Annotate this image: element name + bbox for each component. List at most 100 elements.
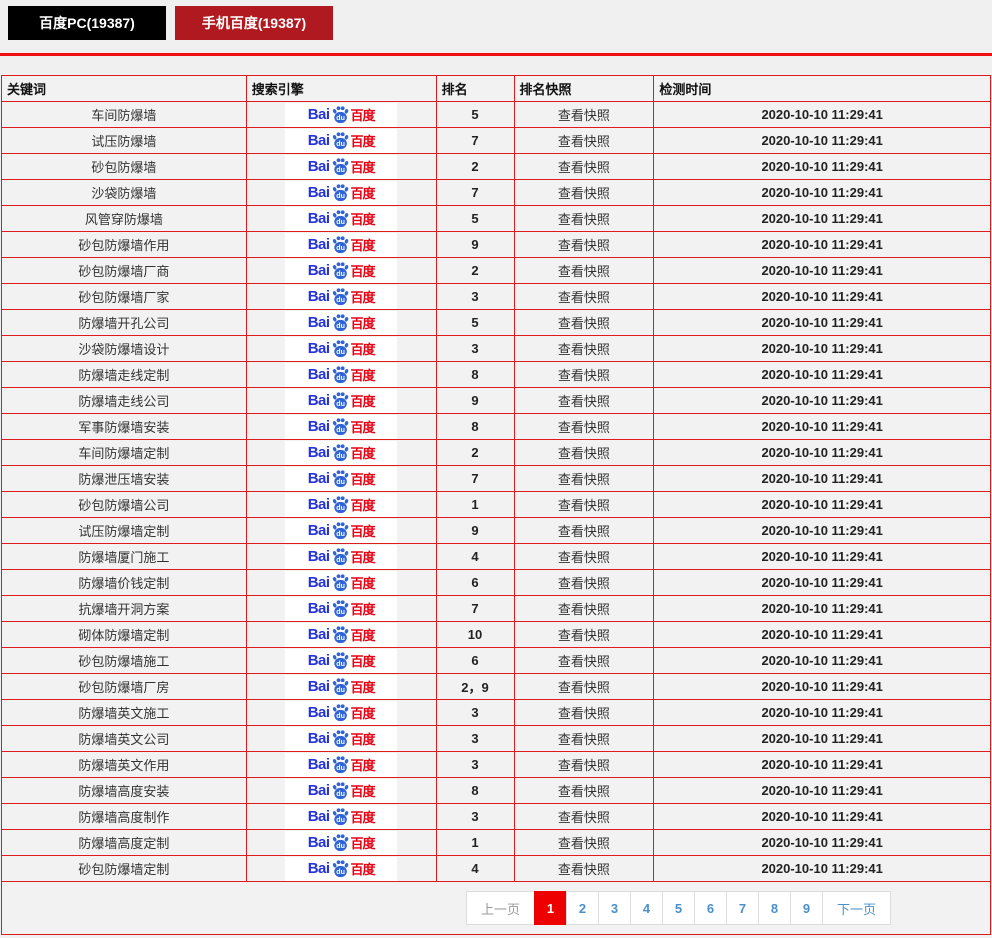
time-cell: 2020-10-10 11:29:41 [654,362,991,388]
prev-page-button[interactable]: 上一页 [466,891,535,925]
snapshot-link[interactable]: 查看快照 [558,290,610,305]
search-engine-cell: Bai du 百度 [246,388,436,414]
search-engine-cell: Bai du 百度 [246,856,436,882]
page-button-8[interactable]: 8 [758,891,791,925]
baidu-logo-bai-text: Bai [308,106,330,123]
snapshot-link[interactable]: 查看快照 [558,368,610,383]
rank-value: 3 [471,705,478,720]
snapshot-link[interactable]: 查看快照 [558,108,610,123]
page-button-6[interactable]: 6 [694,891,727,925]
snapshot-link[interactable]: 查看快照 [558,654,610,669]
keyword-cell: 防爆墙价钱定制 [2,570,247,596]
time-value: 2020-10-10 11:29:41 [761,133,882,148]
page-button-9[interactable]: 9 [790,891,823,925]
baidu-paw-icon: du [331,261,350,280]
snapshot-link[interactable]: 查看快照 [558,576,610,591]
baidu-logo-cn-text: 百度 [351,417,375,436]
snapshot-cell: 查看快照 [514,388,654,414]
snapshot-link[interactable]: 查看快照 [558,134,610,149]
snapshot-link[interactable]: 查看快照 [558,420,610,435]
page-button-5[interactable]: 5 [662,891,695,925]
search-engine-cell: Bai du 百度 [246,778,436,804]
baidu-paw-icon: du [331,157,350,176]
table-row: 防爆墙厦门施工 Bai du 百度 4 查看快照 2020 [2,544,991,570]
tab-mobile-baidu[interactable]: 手机百度(19387) [175,6,333,40]
snapshot-link[interactable]: 查看快照 [558,264,610,279]
time-cell: 2020-10-10 11:29:41 [654,804,991,830]
snapshot-link[interactable]: 查看快照 [558,524,610,539]
baidu-logo-bai-text: Bai [308,158,330,175]
snapshot-link[interactable]: 查看快照 [558,732,610,747]
baidu-logo-cn-text: 百度 [351,807,375,826]
keyword-cell: 抗爆墙开洞方案 [2,596,247,622]
snapshot-cell: 查看快照 [514,362,654,388]
keyword-cell: 防爆墙高度安装 [2,778,247,804]
baidu-logo-du-text: du [336,790,345,798]
rank-value: 6 [471,575,478,590]
baidu-paw-icon: du [331,391,350,410]
page-button-3[interactable]: 3 [598,891,631,925]
snapshot-link[interactable]: 查看快照 [558,550,610,565]
snapshot-link[interactable]: 查看快照 [558,628,610,643]
time-value: 2020-10-10 11:29:41 [761,367,882,382]
baidu-logo: Bai du 百度 [285,831,397,855]
baidu-logo-cn-text: 百度 [351,781,375,800]
search-engine-cell: Bai du 百度 [246,102,436,128]
time-value: 2020-10-10 11:29:41 [761,653,882,668]
baidu-paw-icon: du [331,599,350,618]
page-button-1[interactable]: 1 [534,891,567,925]
snapshot-link[interactable]: 查看快照 [558,186,610,201]
snapshot-link[interactable]: 查看快照 [558,784,610,799]
rank-value: 8 [471,367,478,382]
time-cell: 2020-10-10 11:29:41 [654,544,991,570]
snapshot-link[interactable]: 查看快照 [558,758,610,773]
snapshot-link[interactable]: 查看快照 [558,212,610,227]
keyword-cell: 防爆墙开孔公司 [2,310,247,336]
snapshot-link[interactable]: 查看快照 [558,706,610,721]
time-value: 2020-10-10 11:29:41 [761,185,882,200]
rank-cell: 7 [436,128,514,154]
rank-cell: 8 [436,362,514,388]
snapshot-cell: 查看快照 [514,284,654,310]
pagination: 上一页 123456789 下一页 [6,882,986,934]
snapshot-link[interactable]: 查看快照 [558,342,610,357]
snapshot-link[interactable]: 查看快照 [558,160,610,175]
keyword-text: 沙袋防爆墙 [91,186,156,201]
snapshot-link[interactable]: 查看快照 [558,836,610,851]
snapshot-cell: 查看快照 [514,102,654,128]
rank-value: 1 [471,497,478,512]
baidu-logo-cn-text: 百度 [351,547,375,566]
keyword-cell: 防爆墙英文施工 [2,700,247,726]
snapshot-link[interactable]: 查看快照 [558,316,610,331]
snapshot-link[interactable]: 查看快照 [558,680,610,695]
snapshot-link[interactable]: 查看快照 [558,472,610,487]
snapshot-link[interactable]: 查看快照 [558,394,610,409]
table-row: 砂包防爆墙公司 Bai du 百度 1 查看快照 2020 [2,492,991,518]
baidu-logo-du-text: du [336,348,345,356]
time-value: 2020-10-10 11:29:41 [761,315,882,330]
snapshot-link[interactable]: 查看快照 [558,810,610,825]
time-cell: 2020-10-10 11:29:41 [654,700,991,726]
tab-baidu-pc[interactable]: 百度PC(19387) [8,6,166,40]
time-cell: 2020-10-10 11:29:41 [654,414,991,440]
snapshot-link[interactable]: 查看快照 [558,446,610,461]
snapshot-link[interactable]: 查看快照 [558,498,610,513]
table-row: 防爆墙高度制作 Bai du 百度 3 查看快照 2020 [2,804,991,830]
snapshot-link[interactable]: 查看快照 [558,602,610,617]
page-button-7[interactable]: 7 [726,891,759,925]
baidu-logo-du-text: du [336,192,345,200]
keyword-text: 防爆墙走线定制 [78,368,169,383]
page-button-2[interactable]: 2 [566,891,599,925]
baidu-logo-bai-text: Bai [308,522,330,539]
baidu-logo-bai-text: Bai [308,678,330,695]
snapshot-link[interactable]: 查看快照 [558,862,610,877]
rank-cell: 2 [436,154,514,180]
next-page-button[interactable]: 下一页 [822,891,891,925]
page-button-4[interactable]: 4 [630,891,663,925]
keyword-cell: 砂包防爆墙作用 [2,232,247,258]
rank-cell: 4 [436,856,514,882]
snapshot-link[interactable]: 查看快照 [558,238,610,253]
baidu-logo-cn-text: 百度 [351,521,375,540]
time-value: 2020-10-10 11:29:41 [761,835,882,850]
baidu-logo: Bai du 百度 [285,415,397,439]
